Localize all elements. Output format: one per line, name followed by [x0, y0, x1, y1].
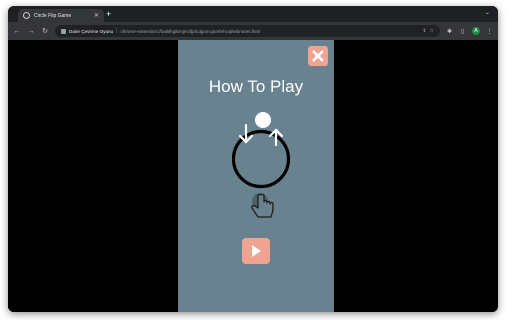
reload-icon[interactable]: ↻: [41, 27, 49, 35]
browser-window: Circle Flip Game ✕ + ⌄ ← → ↻ Daire Çevir…: [8, 6, 498, 312]
menu-kebab-icon[interactable]: ⋮: [486, 28, 493, 35]
tab-title: Circle Flip Game: [34, 12, 72, 19]
ball: [255, 112, 271, 128]
page-title: How To Play: [208, 77, 304, 96]
game-circle: [231, 129, 291, 189]
browser-toolbar: ← → ↻ Daire Çevirme Oyunu | chrome-exten…: [8, 22, 498, 40]
close-button[interactable]: [308, 46, 328, 66]
tab-strip: Circle Flip Game ✕ + ⌄: [8, 6, 498, 22]
close-icon: [312, 50, 324, 62]
address-bar[interactable]: Daire Çevirme Oyunu | chrome-extension:/…: [55, 25, 440, 37]
tab-close-icon[interactable]: ✕: [94, 13, 99, 19]
globe-icon: [23, 12, 30, 19]
profile-avatar[interactable]: A: [472, 27, 480, 35]
play-icon: [252, 245, 261, 257]
extension-name: Daire Çevirme Oyunu: [69, 28, 114, 34]
extensions-puzzle-icon[interactable]: ✱: [446, 28, 453, 35]
side-panel-icon[interactable]: ▯: [459, 28, 466, 35]
tab-search-icon[interactable]: ⌄: [485, 9, 490, 16]
page-viewport: How To Play: [8, 40, 498, 312]
back-icon[interactable]: ←: [13, 28, 21, 35]
game-panel: How To Play: [178, 40, 334, 312]
play-button[interactable]: [242, 238, 270, 264]
forward-icon[interactable]: →: [27, 28, 35, 35]
omnibox-separator: |: [116, 28, 118, 34]
extension-icon: [61, 28, 66, 34]
share-icon[interactable]: ⇪: [422, 28, 426, 34]
browser-tab[interactable]: Circle Flip Game ✕: [18, 9, 104, 22]
bookmark-star-icon[interactable]: ☆: [430, 28, 434, 34]
new-tab-icon[interactable]: +: [106, 8, 111, 20]
url-text: chrome-extension://baiklhgibmjmcfjplcdgo…: [120, 28, 261, 34]
how-to-play-illustration: [231, 112, 291, 218]
